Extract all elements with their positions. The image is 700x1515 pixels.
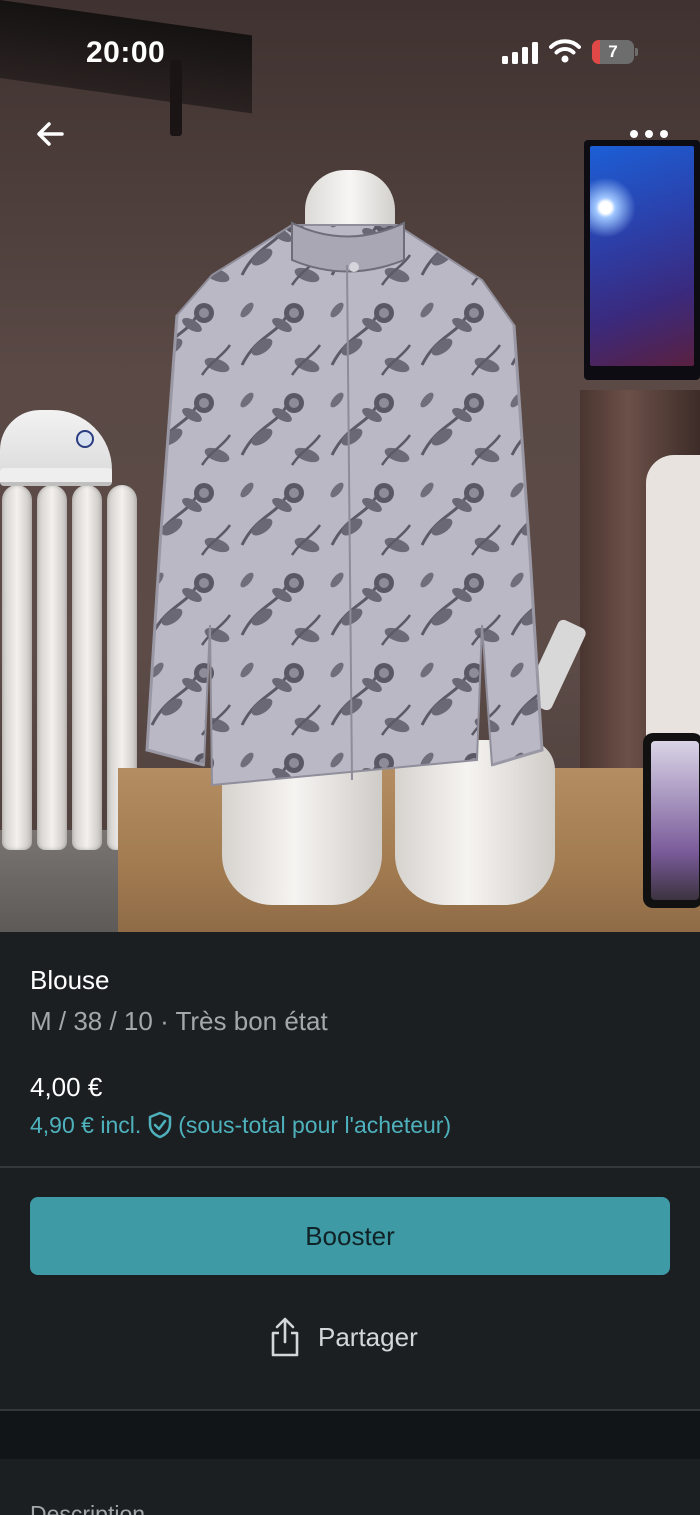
item-detail-screen: 20:00 7 Blouse M / 38 / 10 · Très bon ét… [0,0,700,1515]
battery-indicator: 7 [592,40,638,64]
item-price: 4,00 € [30,1072,103,1102]
item-attributes: M / 38 / 10 · Très bon état [30,1006,328,1036]
photo-blouse [145,221,544,787]
share-label: Partager [318,1321,418,1352]
price-incl-note: (sous-total pour l'acheteur) [178,1111,452,1138]
item-details: Blouse M / 38 / 10 · Très bon état 4,00 … [0,932,700,1168]
status-time: 20:00 [86,36,166,69]
photo-sneaker-sole [0,468,112,486]
photo-tablet [643,733,700,908]
cellular-signal-icon [502,42,538,64]
price-incl-amount: 4,90 € incl. [30,1111,142,1138]
description-label: Description [30,1501,146,1515]
buyer-protection-price[interactable]: 4,90 € incl. (sous-total pour l'acheteur… [30,1110,451,1140]
status-bar: 20:00 7 [0,0,700,100]
more-options-button[interactable] [622,114,676,154]
item-title: Blouse [30,965,110,995]
shield-check-icon [149,1111,172,1139]
more-horizontal-icon [630,130,668,138]
wifi-icon [549,39,581,63]
photo-fireplace-opening [646,455,700,755]
description-section: Description [0,1459,700,1515]
section-separator [0,1411,700,1459]
item-actions: Booster Partager [0,1168,700,1410]
share-button[interactable]: Partager [268,1312,418,1362]
photo-tv [584,140,700,380]
back-button[interactable] [28,112,72,156]
battery-level: 7 [608,42,618,61]
product-photo[interactable] [0,0,700,932]
photo-sneaker-logo [76,430,94,448]
arrow-left-icon [37,122,64,146]
share-icon [271,1317,299,1357]
booster-button[interactable]: Booster [30,1197,670,1275]
